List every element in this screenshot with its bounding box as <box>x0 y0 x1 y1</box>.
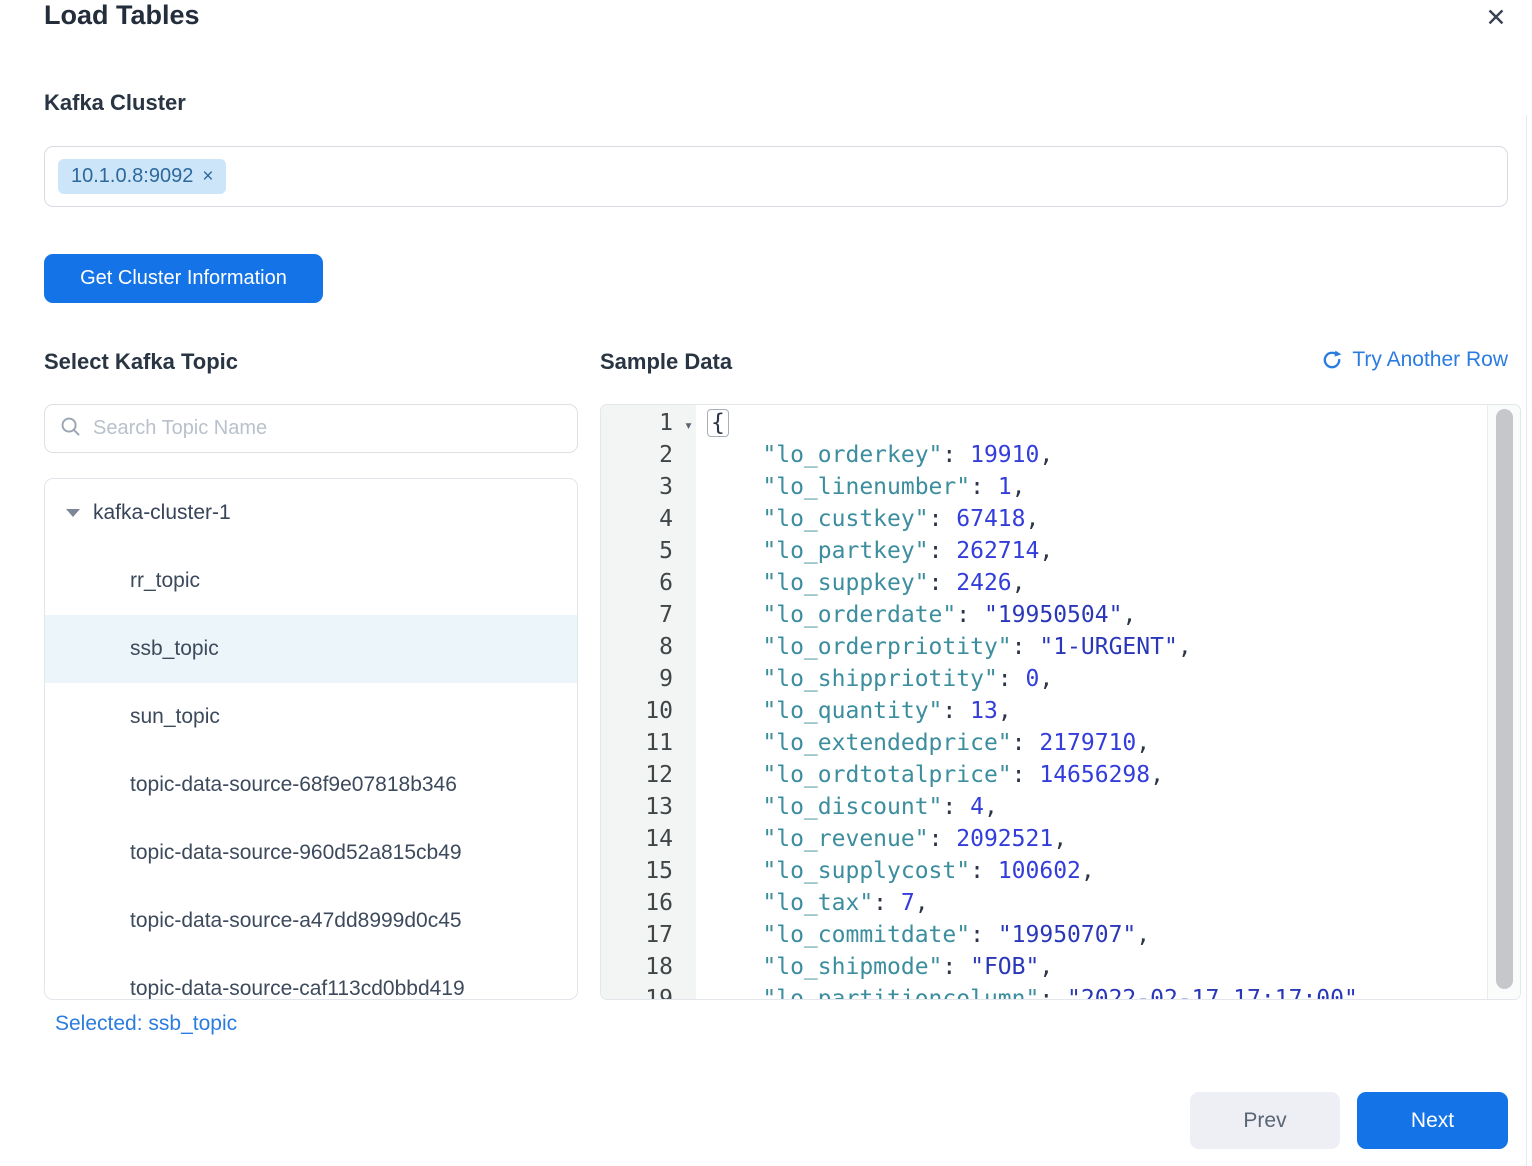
cluster-tag: 10.1.0.8:9092 × <box>58 159 226 194</box>
line-number: 16 <box>601 887 673 919</box>
close-icon[interactable]: ✕ <box>1480 2 1512 34</box>
code-line: 10 "lo_quantity": 13, <box>601 695 1487 727</box>
line-number: 1▾ <box>601 407 673 439</box>
topic-item-label: topic-data-source-caf113cd0bbd419 <box>130 977 465 1000</box>
refresh-icon <box>1320 348 1344 372</box>
next-button[interactable]: Next <box>1357 1092 1508 1149</box>
code-line: 17 "lo_commitdate": "19950707", <box>601 919 1487 951</box>
line-number: 17 <box>601 919 673 951</box>
code-text: "lo_quantity": 13, <box>673 695 1012 727</box>
code-text: "lo_orderpriotity": "1-URGENT", <box>673 631 1192 663</box>
topic-item-label: topic-data-source-960d52a815cb49 <box>130 841 462 865</box>
line-number: 5 <box>601 535 673 567</box>
line-number: 11 <box>601 727 673 759</box>
cluster-tag-label: 10.1.0.8:9092 <box>71 165 193 188</box>
code-line: 13 "lo_discount": 4, <box>601 791 1487 823</box>
editor-scrollbar-track <box>1487 405 1520 999</box>
load-tables-dialog: Load Tables ✕ Kafka Cluster 10.1.0.8:909… <box>0 0 1532 1166</box>
remove-tag-icon[interactable]: × <box>202 167 213 186</box>
code-text: "lo_partitioncolumn": "2022-02-17 17:17:… <box>673 983 1358 1000</box>
code-line: 5 "lo_partkey": 262714, <box>601 535 1487 567</box>
code-text: "lo_commitdate": "19950707", <box>673 919 1150 951</box>
topic-item[interactable]: topic-data-source-68f9e07818b346 <box>45 751 577 819</box>
code-text: { <box>673 407 729 439</box>
code-line: 6 "lo_suppkey": 2426, <box>601 567 1487 599</box>
selected-topic-note: Selected: ssb_topic <box>55 1012 237 1036</box>
try-another-row-button[interactable]: Try Another Row <box>1320 348 1508 372</box>
code-text: "lo_linenumber": 1, <box>673 471 1026 503</box>
topic-item-label: sun_topic <box>130 705 220 729</box>
search-input[interactable] <box>93 417 563 440</box>
tree-node-kafka-cluster[interactable]: kafka-cluster-1 <box>45 479 577 547</box>
line-number: 4 <box>601 503 673 535</box>
code-text: "lo_ordtotalprice": 14656298, <box>673 759 1164 791</box>
code-text: "lo_revenue": 2092521, <box>673 823 1067 855</box>
line-number: 13 <box>601 791 673 823</box>
code-text: "lo_orderdate": "19950504", <box>673 599 1136 631</box>
line-number: 3 <box>601 471 673 503</box>
code-text: "lo_orderkey": 19910, <box>673 439 1053 471</box>
line-number: 7 <box>601 599 673 631</box>
topic-item-label: topic-data-source-a47dd8999d0c45 <box>130 909 462 933</box>
topic-item-label: rr_topic <box>130 569 200 593</box>
code-line: 4 "lo_custkey": 67418, <box>601 503 1487 535</box>
code-line: 1▾{ <box>601 407 1487 439</box>
code-line: 18 "lo_shipmode": "FOB", <box>601 951 1487 983</box>
code-text: "lo_discount": 4, <box>673 791 998 823</box>
code-line: 14 "lo_revenue": 2092521, <box>601 823 1487 855</box>
code-line: 15 "lo_supplycost": 100602, <box>601 855 1487 887</box>
line-number: 9 <box>601 663 673 695</box>
code-text: "lo_shippriotity": 0, <box>673 663 1053 695</box>
topic-search-container <box>44 404 578 453</box>
topic-item[interactable]: topic-data-source-a47dd8999d0c45 <box>45 887 577 955</box>
code-text: "lo_supplycost": 100602, <box>673 855 1095 887</box>
code-text: "lo_extendedprice": 2179710, <box>673 727 1150 759</box>
topic-item[interactable]: topic-data-source-caf113cd0bbd419 <box>45 955 577 1000</box>
kafka-cluster-label: Kafka Cluster <box>44 90 186 116</box>
code-text: "lo_tax": 7, <box>673 887 929 919</box>
page-title: Load Tables <box>44 0 200 31</box>
select-kafka-topic-header: Select Kafka Topic <box>44 349 238 375</box>
topic-item[interactable]: ssb_topic <box>45 615 577 683</box>
code-line: 3 "lo_linenumber": 1, <box>601 471 1487 503</box>
code-text: "lo_suppkey": 2426, <box>673 567 1026 599</box>
line-number: 10 <box>601 695 673 727</box>
line-number: 15 <box>601 855 673 887</box>
kafka-cluster-input[interactable]: 10.1.0.8:9092 × <box>44 146 1508 207</box>
chevron-down-icon[interactable] <box>66 509 80 517</box>
editor-scrollbar-thumb[interactable] <box>1496 409 1513 989</box>
code-line: 8 "lo_orderpriotity": "1-URGENT", <box>601 631 1487 663</box>
prev-button[interactable]: Prev <box>1190 1092 1340 1149</box>
sample-data-editor[interactable]: 1▾{2 "lo_orderkey": 19910,3 "lo_linenumb… <box>600 404 1521 1000</box>
line-number: 6 <box>601 567 673 599</box>
line-number: 14 <box>601 823 673 855</box>
line-number: 8 <box>601 631 673 663</box>
code-line: 12 "lo_ordtotalprice": 14656298, <box>601 759 1487 791</box>
code-text: "lo_custkey": 67418, <box>673 503 1039 535</box>
code-line: 7 "lo_orderdate": "19950504", <box>601 599 1487 631</box>
line-number: 2 <box>601 439 673 471</box>
topic-item[interactable]: rr_topic <box>45 547 577 615</box>
get-cluster-information-button[interactable]: Get Cluster Information <box>44 254 323 303</box>
search-icon <box>59 415 82 443</box>
topic-item[interactable]: topic-data-source-960d52a815cb49 <box>45 819 577 887</box>
code-line: 16 "lo_tax": 7, <box>601 887 1487 919</box>
topic-tree: kafka-cluster-1 rr_topic ssb_topic sun_top… <box>44 478 578 1000</box>
code-text: "lo_shipmode": "FOB", <box>673 951 1053 983</box>
topic-item[interactable]: sun_topic <box>45 683 577 751</box>
page-scrollbar <box>1526 115 1527 1166</box>
code-line: 19 "lo_partitioncolumn": "2022-02-17 17:… <box>601 983 1487 1000</box>
try-another-row-label: Try Another Row <box>1352 348 1508 372</box>
code-text: "lo_partkey": 262714, <box>673 535 1053 567</box>
code-line: 9 "lo_shippriotity": 0, <box>601 663 1487 695</box>
line-number: 19 <box>601 983 673 1000</box>
topic-item-label: topic-data-source-68f9e07818b346 <box>130 773 457 797</box>
sample-data-header: Sample Data <box>600 349 732 375</box>
code-line: 11 "lo_extendedprice": 2179710, <box>601 727 1487 759</box>
line-number: 18 <box>601 951 673 983</box>
cluster-name-label: kafka-cluster-1 <box>93 501 231 525</box>
code-line: 2 "lo_orderkey": 19910, <box>601 439 1487 471</box>
topic-item-label: ssb_topic <box>130 637 219 661</box>
line-number: 12 <box>601 759 673 791</box>
